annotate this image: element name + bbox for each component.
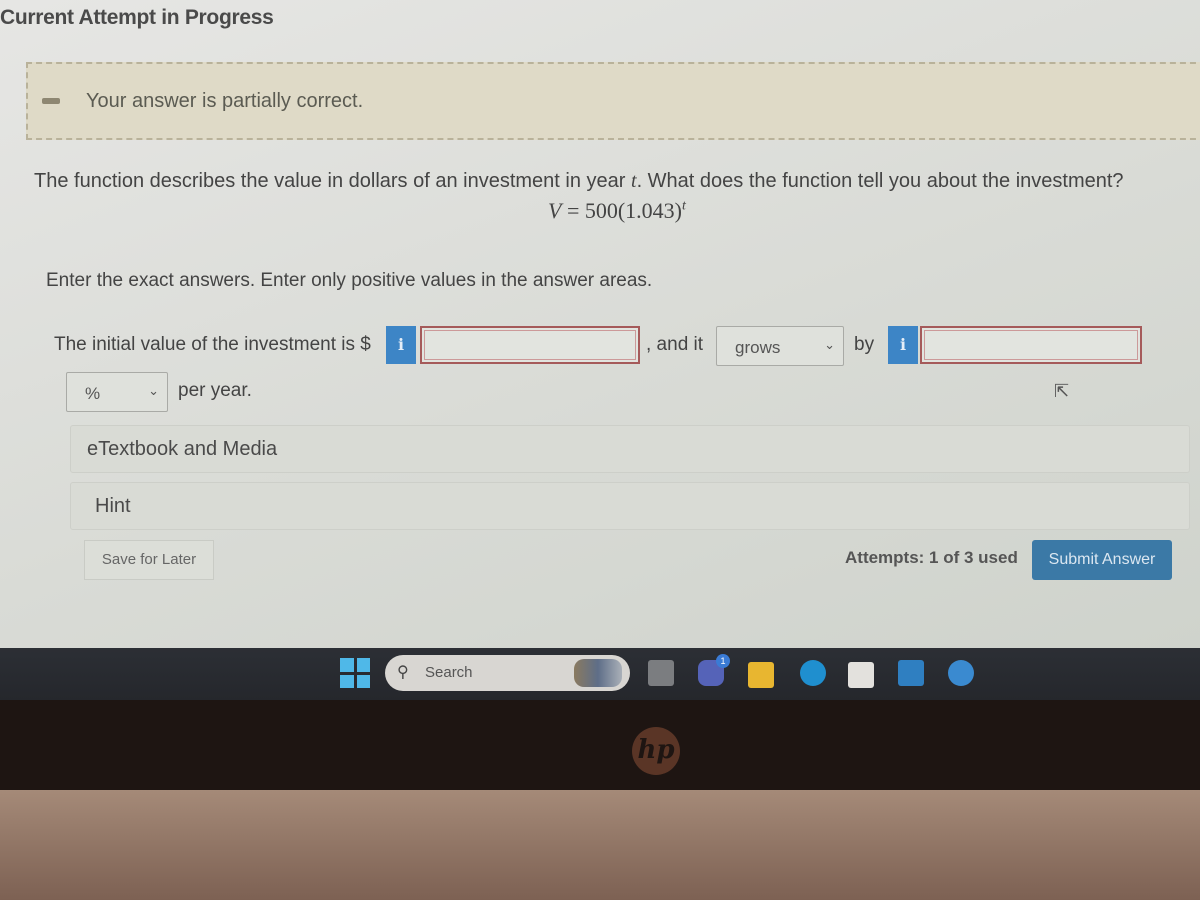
attempts-counter: Attempts: 1 of 3 used [845, 548, 1018, 567]
help-icon[interactable] [948, 660, 974, 686]
laptop-bezel [0, 700, 1200, 790]
etextbook-panel[interactable]: eTextbook and Media [70, 425, 1190, 473]
answer-row: The initial value of the investment is $… [54, 326, 1200, 366]
hint-panel[interactable]: Hint [70, 482, 1190, 530]
unit-select-value: % [85, 384, 101, 403]
trend-select[interactable]: grows ⌄ [716, 326, 844, 366]
search-icon: ⚲ [397, 664, 409, 681]
windows-start-icon[interactable] [340, 658, 370, 688]
per-year-label: per year. [178, 380, 252, 401]
chat-badge: 1 [716, 654, 730, 668]
task-view-icon[interactable] [648, 660, 674, 686]
submit-answer-button[interactable]: Submit Answer [1032, 540, 1172, 580]
rate-input[interactable] [920, 326, 1142, 364]
mouse-cursor-icon: ⇱ [1054, 381, 1070, 401]
save-for-later-button[interactable]: Save for Later [84, 540, 214, 580]
page-title: Current Attempt in Progress [0, 6, 274, 29]
formula: V = 500(1.043)t [548, 198, 686, 224]
info-icon[interactable]: i [888, 326, 918, 364]
edge-browser-icon[interactable] [800, 660, 826, 686]
unit-select[interactable]: % ⌄ [66, 372, 168, 412]
initial-value-label: The initial value of the investment is $ [54, 334, 371, 355]
feedback-message: Your answer is partially correct. [86, 90, 364, 112]
taskbar-search[interactable]: ⚲ Search [385, 655, 630, 691]
etextbook-label: eTextbook and Media [87, 438, 278, 460]
formula-lhs: V [548, 198, 562, 223]
search-highlight-image [574, 659, 622, 687]
trend-select-value: grows [735, 338, 781, 357]
laptop-chassis [0, 790, 1200, 900]
initial-value-input[interactable] [420, 326, 640, 364]
chevron-down-icon: ⌄ [148, 383, 159, 398]
search-placeholder: Search [425, 664, 473, 681]
answer-row-continued: % ⌄ per year. [66, 370, 466, 414]
question-text: The function describes the value in doll… [34, 170, 1124, 193]
partial-correct-icon [42, 98, 60, 104]
instructions: Enter the exact answers. Enter only posi… [46, 270, 653, 291]
by-label: by [854, 334, 875, 355]
question-part: The function describes the value in doll… [34, 170, 631, 192]
hp-logo: hp [632, 727, 680, 775]
browser-screen: Current Attempt in Progress Your answer … [0, 0, 1200, 648]
info-icon[interactable]: i [386, 326, 416, 364]
question-part: . What does the function tell you about … [636, 170, 1124, 192]
feedback-banner: Your answer is partially correct. [26, 62, 1200, 140]
file-explorer-icon[interactable] [748, 662, 774, 688]
and-it-label: , and it [646, 334, 704, 355]
chevron-down-icon: ⌄ [824, 337, 835, 352]
formula-rhs: = 500(1.043) [561, 198, 683, 223]
myhp-icon[interactable] [898, 660, 924, 686]
microsoft-store-icon[interactable] [848, 662, 874, 688]
hint-label: Hint [95, 495, 131, 517]
formula-exponent: t [682, 198, 686, 214]
